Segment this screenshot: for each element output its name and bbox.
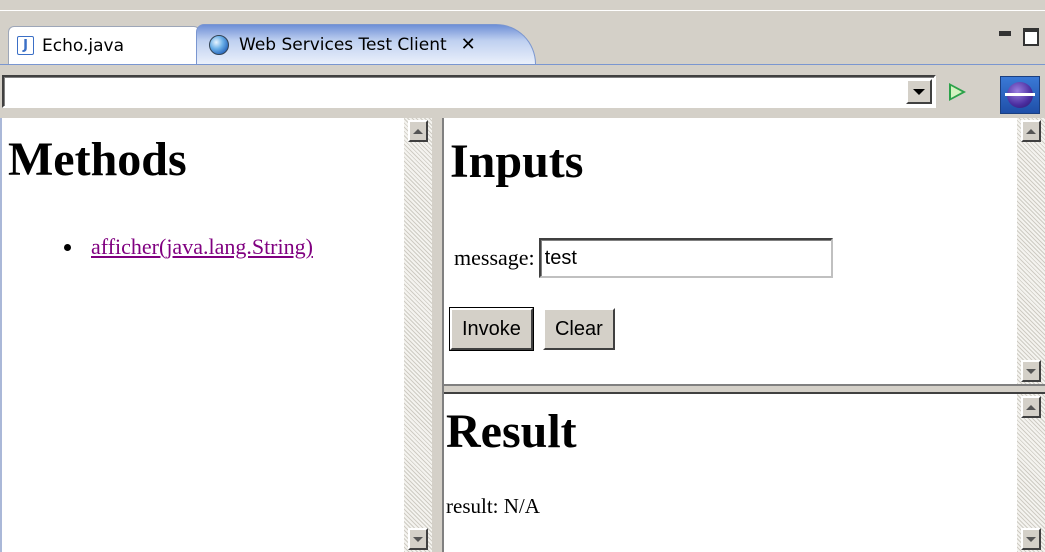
tab-echo-java[interactable]: J Echo.java — [8, 26, 200, 64]
tab-label: Web Services Test Client — [239, 34, 447, 55]
scroll-down-button[interactable] — [1021, 360, 1041, 382]
param-row: message: — [454, 238, 833, 278]
result-scrollbar[interactable] — [1017, 394, 1045, 552]
invoke-button[interactable]: Invoke — [449, 307, 534, 351]
result-frame: Result result: N/A — [444, 394, 1045, 552]
arrow-up-icon — [1026, 128, 1036, 134]
tab-web-services-test-client[interactable]: Web Services Test Client ✕ — [196, 24, 536, 64]
scroll-up-button[interactable] — [1021, 120, 1041, 142]
message-label: message: — [454, 245, 535, 270]
scroll-down-button[interactable] — [1021, 528, 1041, 550]
inputs-scrollbar[interactable] — [1017, 118, 1045, 384]
list-item: afficher(java.lang.String) — [64, 234, 313, 260]
bullet-icon — [64, 243, 71, 251]
chevron-down-icon — [913, 88, 925, 95]
url-dropdown-button[interactable] — [906, 79, 932, 104]
tab-label: Echo.java — [42, 35, 124, 56]
methods-frame: Methods afficher(java.lang.String) — [0, 118, 432, 552]
arrow-up-icon — [413, 128, 423, 134]
arrow-down-icon — [1026, 536, 1036, 542]
clear-button[interactable]: Clear — [542, 308, 615, 350]
browser-content: Methods afficher(java.lang.String) Input… — [0, 118, 1045, 552]
minimize-icon[interactable] — [997, 28, 1013, 44]
message-input[interactable] — [538, 238, 833, 278]
url-combo[interactable] — [2, 75, 936, 108]
method-list: afficher(java.lang.String) — [64, 234, 313, 260]
scroll-down-button[interactable] — [408, 528, 428, 550]
scroll-up-button[interactable] — [1021, 396, 1041, 418]
method-link-afficher[interactable]: afficher(java.lang.String) — [91, 234, 313, 260]
eclipse-icon — [1005, 82, 1035, 108]
frame-splitter-vertical[interactable] — [432, 118, 444, 552]
play-icon — [948, 83, 966, 101]
methods-scrollbar[interactable] — [404, 118, 432, 552]
tabbar-highlight — [0, 10, 1045, 11]
inputs-frame: Inputs message: Invoke Clear — [444, 118, 1045, 384]
window-controls — [997, 28, 1039, 46]
maximize-icon[interactable] — [1023, 28, 1039, 46]
scroll-up-button[interactable] — [408, 120, 428, 142]
globe-icon — [209, 34, 229, 55]
result-text: result: N/A — [446, 494, 540, 518]
arrow-up-icon — [1026, 404, 1036, 410]
editor-tab-bar: J Echo.java Web Services Test Client ✕ — [0, 0, 1045, 64]
arrow-down-icon — [1026, 368, 1036, 374]
action-buttons: Invoke Clear — [449, 307, 615, 351]
inputs-heading: Inputs — [450, 135, 584, 188]
close-icon[interactable]: ✕ — [461, 34, 476, 55]
java-file-icon: J — [17, 36, 34, 55]
methods-heading: Methods — [8, 133, 187, 186]
eclipse-icon-button[interactable] — [1000, 76, 1040, 114]
frame-splitter-horizontal[interactable] — [444, 384, 1045, 394]
result-heading: Result — [446, 405, 577, 458]
go-button[interactable] — [944, 79, 970, 105]
arrow-down-icon — [413, 536, 423, 542]
browser-toolbar — [0, 64, 1045, 118]
url-input[interactable] — [6, 79, 896, 104]
